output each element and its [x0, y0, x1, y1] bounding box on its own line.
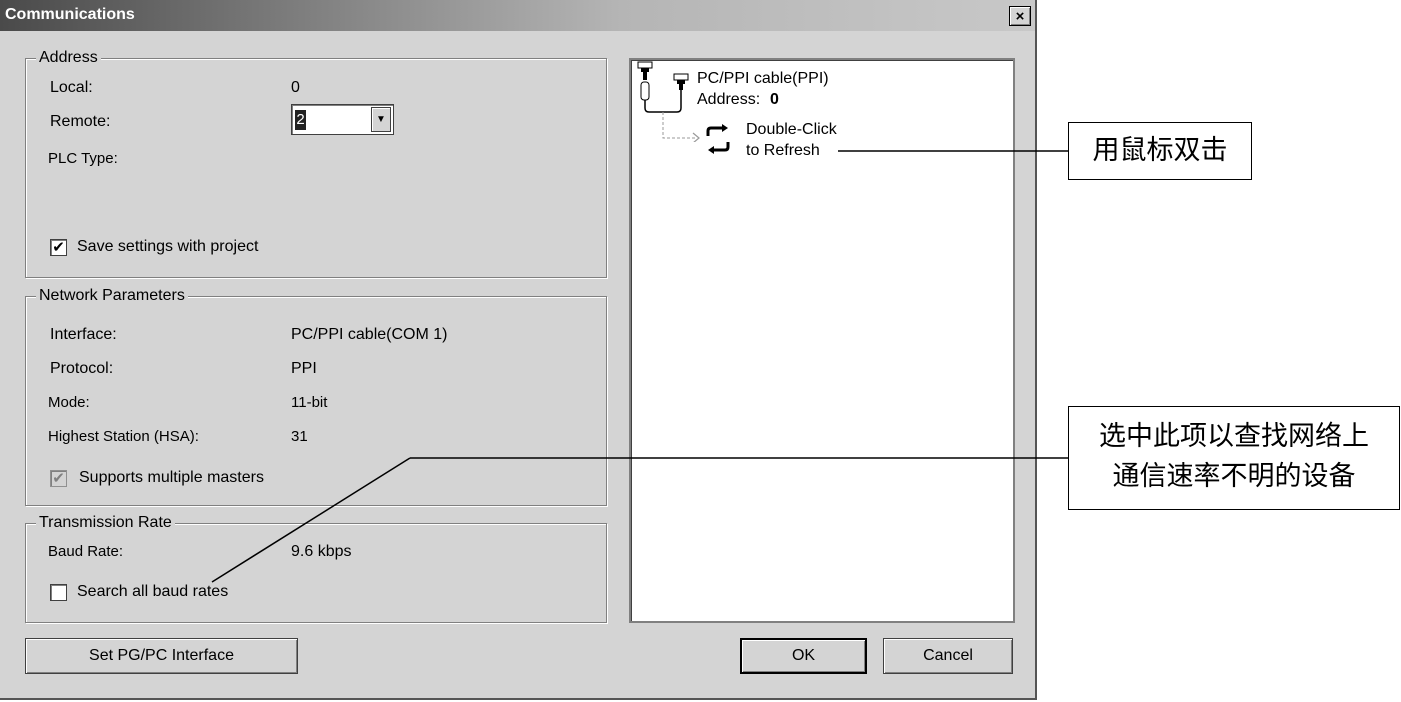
title-bar[interactable]: Communications × [0, 0, 1035, 31]
dropdown-arrow-icon[interactable]: ▼ [371, 107, 391, 132]
local-value: 0 [291, 79, 300, 96]
search-all-baud-checkbox[interactable] [50, 584, 67, 601]
cable-label: PC/PPI cable(PPI) [697, 70, 829, 87]
transmission-legend: Transmission Rate [36, 514, 175, 532]
tree-address-value: 0 [770, 91, 779, 108]
baud-rate-value: 9.6 kbps [291, 543, 352, 560]
protocol-value: PPI [291, 360, 317, 377]
multiple-masters-checkbox: ✔ [50, 470, 67, 487]
close-icon: × [1015, 7, 1025, 25]
plc-type-label: PLC Type: [48, 150, 118, 167]
interface-value: PC/PPI cable(COM 1) [291, 326, 448, 343]
protocol-label: Protocol: [50, 360, 114, 377]
remote-label: Remote: [50, 113, 111, 130]
hsa-label: Highest Station (HSA): [48, 428, 199, 445]
multiple-masters-label: Supports multiple masters [79, 469, 264, 486]
save-settings-label: Save settings with project [77, 238, 259, 255]
save-settings-checkbox[interactable]: ✔ [50, 239, 67, 256]
callout-double-click: 用鼠标双击 [1068, 122, 1252, 180]
baud-rate-label: Baud Rate: [48, 543, 124, 560]
callout-double-click-text: 用鼠标双击 [1092, 135, 1228, 166]
checkmark-icon: ✔ [52, 239, 65, 256]
refresh-line2[interactable]: to Refresh [746, 142, 820, 160]
callout-search-line2: 通信速率不明的设备 [1112, 461, 1356, 492]
tree-address-label: Address: [697, 91, 761, 108]
network-tree-panel[interactable]: PC/PPI cable(PPI) Address: 0 Double-Clic… [629, 58, 1015, 623]
communications-dialog: Communications × Address Local: 0 Remote… [0, 0, 1037, 700]
search-all-baud-label: Search all baud rates [77, 583, 229, 600]
remote-address-select[interactable]: 2 ▼ [291, 104, 394, 135]
ok-button[interactable]: OK [740, 638, 867, 674]
interface-label: Interface: [50, 326, 117, 343]
mode-value: 11-bit [291, 394, 328, 411]
remote-value: 2 [295, 110, 306, 130]
set-pgpc-interface-button[interactable]: Set PG/PC Interface [25, 638, 298, 674]
hsa-value: 31 [291, 428, 308, 445]
callout-search-line1: 选中此项以查找网络上 [1099, 421, 1369, 452]
transmission-rate-group: Transmission Rate [25, 514, 607, 623]
checkmark-icon: ✔ [52, 470, 65, 487]
refresh-line1[interactable]: Double-Click [746, 121, 837, 139]
cancel-button[interactable]: Cancel [883, 638, 1013, 674]
callout-search-baud: 选中此项以查找网络上 通信速率不明的设备 [1068, 406, 1400, 510]
close-button[interactable]: × [1009, 6, 1031, 26]
local-label: Local: [50, 79, 93, 96]
refresh-icon[interactable] [703, 123, 733, 155]
mode-label: Mode: [48, 394, 90, 411]
network-legend: Network Parameters [36, 287, 188, 305]
address-legend: Address [36, 49, 101, 67]
window-title: Communications [5, 6, 135, 23]
